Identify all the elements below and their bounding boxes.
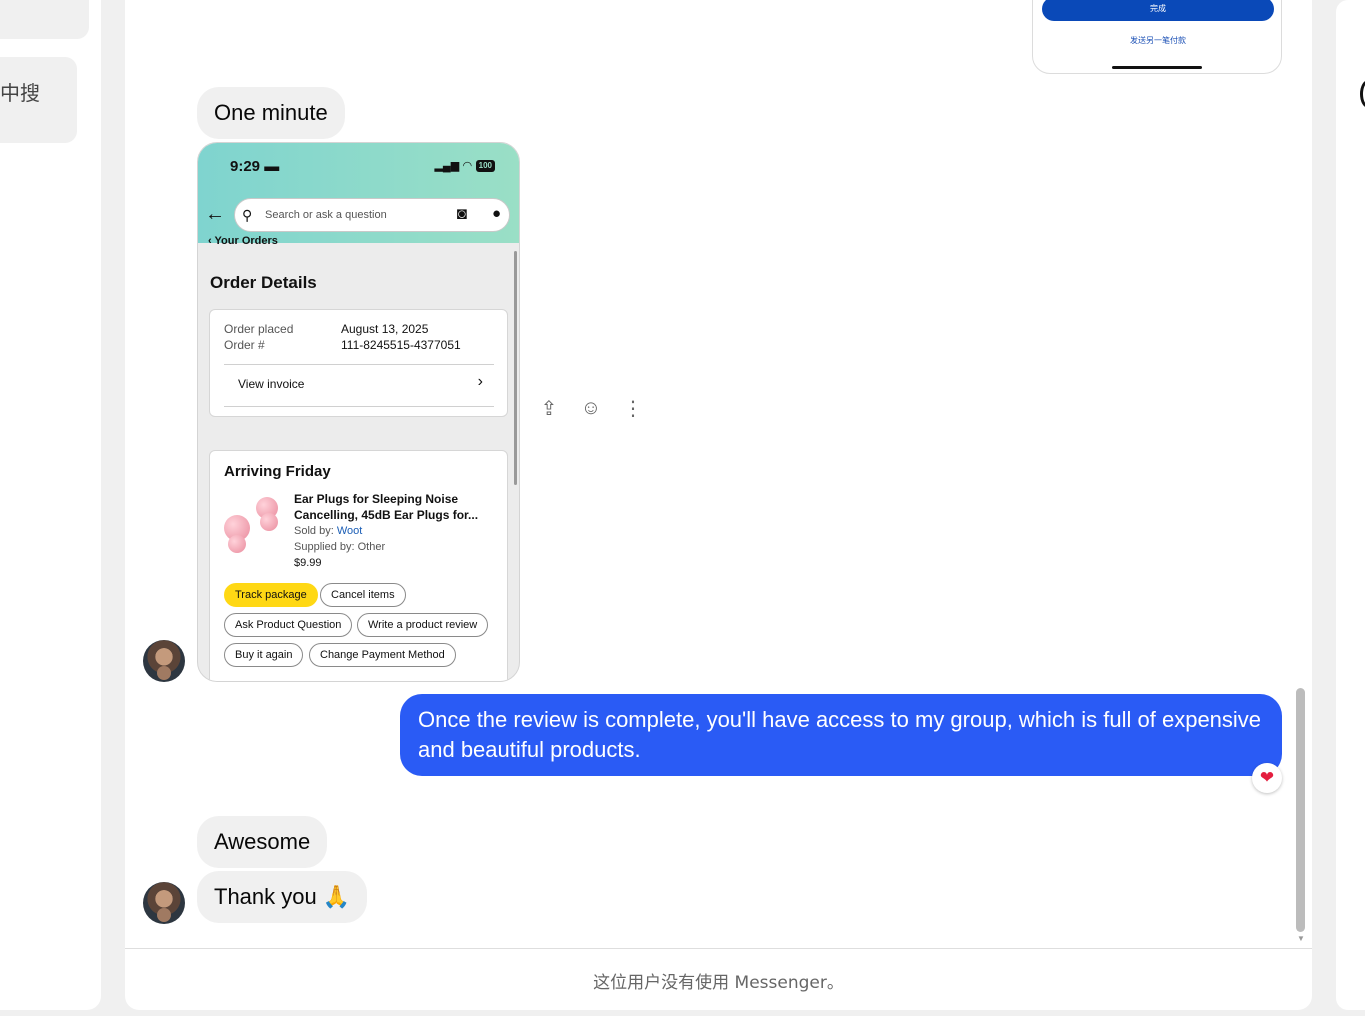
shipment-card: Arriving Friday Ear Plugs for Sleeping N… xyxy=(209,450,508,681)
more-icon[interactable]: ⋮ xyxy=(621,396,645,421)
status-icons: ▂▄▆ ◠ 100 xyxy=(434,159,495,172)
wifi-icon: ◠ xyxy=(463,160,472,172)
supplied-by: Supplied by: Other xyxy=(294,541,386,553)
track-package-button: Track package xyxy=(224,583,318,607)
emoji-icon[interactable]: ☺ xyxy=(579,397,603,420)
incoming-message-awesome[interactable]: Awesome xyxy=(197,816,328,868)
price: $9.99 xyxy=(294,557,322,569)
done-button: 完成 xyxy=(1042,0,1274,21)
right-panel-edge xyxy=(1336,0,1365,1010)
share-icon[interactable]: ⇪ xyxy=(537,396,561,421)
seller-link: Woot xyxy=(336,525,363,537)
screenshot-header: 9:29 ▬ ▂▄▆ ◠ 100 ← ⚲ Search or ask a que… xyxy=(198,143,519,243)
sidebar-search-text: 中搜 xyxy=(0,81,40,105)
sidebar-search-card[interactable]: 中搜 xyxy=(0,57,77,143)
order-screenshot-image[interactable]: 9:29 ▬ ▂▄▆ ◠ 100 ← ⚲ Search or ask a que… xyxy=(197,142,520,682)
cancel-items-button: Cancel items xyxy=(320,583,406,607)
previous-image-message[interactable]: 完成 发送另一笔付款 xyxy=(1032,0,1282,74)
search-placeholder: Search or ask a question xyxy=(265,209,387,221)
view-invoice: View invoice xyxy=(238,377,305,391)
signal-icon: ▂▄▆ xyxy=(434,160,460,172)
product-name: Ear Plugs for Sleeping Noise Cancelling,… xyxy=(294,492,479,522)
outgoing-message[interactable]: Once the review is complete, you'll have… xyxy=(400,694,1282,776)
divider xyxy=(224,406,494,407)
sold-by: Sold by: Woot xyxy=(294,525,363,537)
order-number-value: 111-8245515-4377051 xyxy=(341,338,461,352)
earplug-product-image xyxy=(224,495,284,555)
ask-question-button: Ask Product Question xyxy=(224,613,353,637)
home-indicator xyxy=(1112,66,1202,69)
scroll-down-arrow-icon[interactable]: ▼ xyxy=(1297,934,1305,943)
right-panel-glyph-icon xyxy=(1360,80,1365,108)
avatar[interactable] xyxy=(143,882,185,924)
message-actions: ⇪ ☺ ⋮ xyxy=(537,396,645,421)
search-icon: ⚲ xyxy=(242,207,253,223)
heart-reaction-icon[interactable]: ❤ xyxy=(1252,763,1282,793)
camera-icon: ◙ xyxy=(456,204,467,223)
order-info-card: Order placed August 13, 2025 Order # 111… xyxy=(209,309,508,417)
order-number-label: Order # xyxy=(224,338,265,352)
send-another-link: 发送另一笔付款 xyxy=(1130,36,1186,45)
avatar[interactable] xyxy=(143,640,185,682)
incoming-message-thank-you[interactable]: Thank you 🙏 xyxy=(197,871,368,923)
scrollbar[interactable] xyxy=(1296,688,1305,932)
arriving-title: Arriving Friday xyxy=(224,463,331,480)
footer-divider xyxy=(125,948,1312,949)
battery-icon: 100 xyxy=(475,159,495,172)
car-icon: ▬ xyxy=(264,158,280,175)
mic-icon: ● xyxy=(491,205,501,222)
change-payment-button: Change Payment Method xyxy=(309,643,456,667)
back-arrow-icon: ← xyxy=(205,203,225,225)
left-sidebar: 中搜 xyxy=(0,0,101,1010)
screenshot-scroll-indicator xyxy=(514,251,517,485)
buy-again-button: Buy it again xyxy=(224,643,304,667)
sidebar-card-top[interactable] xyxy=(0,0,89,39)
divider xyxy=(224,364,494,365)
order-details-title: Order Details xyxy=(210,273,317,292)
chat-panel: 完成 发送另一笔付款 One minute 9:29 ▬ ▂▄▆ ◠ 100 ←… xyxy=(125,0,1312,1010)
chevron-right-icon: › xyxy=(477,373,483,390)
status-time: 9:29 ▬ xyxy=(230,158,280,175)
order-placed-value: August 13, 2025 xyxy=(341,322,429,336)
write-review-button: Write a product review xyxy=(357,613,489,637)
order-placed-label: Order placed xyxy=(224,322,294,336)
incoming-message-one-minute[interactable]: One minute xyxy=(197,87,345,139)
your-orders-link: ‹ Your Orders xyxy=(208,235,278,247)
messenger-notice: 这位用户没有使用 Messenger。 xyxy=(593,973,844,993)
search-bar: ⚲ Search or ask a question ◙ ● xyxy=(234,198,510,232)
